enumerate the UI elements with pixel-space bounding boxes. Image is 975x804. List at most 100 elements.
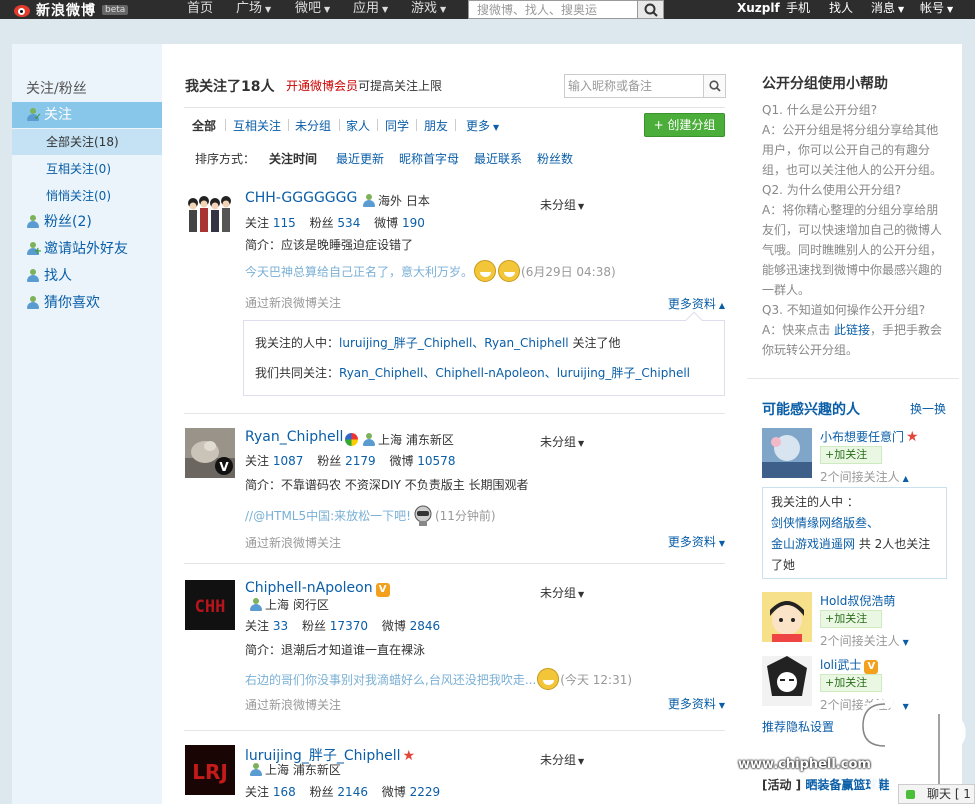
sidebar-item-follow[interactable]: ✓ 关注 xyxy=(12,102,162,128)
weibo-count[interactable]: 190 xyxy=(402,216,425,230)
search-button[interactable] xyxy=(637,0,664,19)
sidebar-item-invite[interactable]: + 邀请站外好友 xyxy=(12,236,162,262)
follow-count[interactable]: 33 xyxy=(273,619,288,633)
fans-count[interactable]: 2179 xyxy=(345,454,376,468)
nav-apps[interactable]: 应用 ▼ xyxy=(353,0,388,18)
user-name-text: Chiphell-nApoleon xyxy=(245,580,373,596)
follow-search-button[interactable] xyxy=(704,74,726,98)
add-follow-button[interactable]: +加关注 xyxy=(820,446,882,464)
top-link-find-people[interactable]: 找人 xyxy=(829,0,853,17)
more-info-toggle[interactable]: 更多资料 ▲ xyxy=(668,295,725,312)
tab-more[interactable]: 更多 ▼ xyxy=(466,117,499,134)
nav-square[interactable]: 广场 ▼ xyxy=(236,0,271,18)
main-content: 我关注了18人 开通微博会员可提高关注上限 输入昵称或备注 全部 互相关注 未分… xyxy=(162,44,737,804)
latest-post[interactable]: //@HTML5中国:来放松一下吧! (11分钟前) xyxy=(245,503,496,527)
verified-badge-icon: V xyxy=(375,583,390,597)
sort-recent-contact[interactable]: 最近联系 xyxy=(474,150,522,167)
fans-count[interactable]: 534 xyxy=(337,216,360,230)
group-dropdown[interactable]: 未分组 ▼ xyxy=(540,196,584,213)
sidebar-sub-mutual[interactable]: 互相关注(0) xyxy=(12,156,162,182)
global-search-input[interactable]: 搜微博、找人、搜奥运 xyxy=(468,0,638,19)
box-link[interactable]: 金山游戏逍遥网 xyxy=(771,537,855,551)
tab-all[interactable]: 全部 xyxy=(192,117,216,134)
fans-count[interactable]: 17370 xyxy=(330,619,368,633)
group-label: 未分组 xyxy=(540,435,577,449)
weibo-count[interactable]: 2229 xyxy=(410,785,441,799)
user-name[interactable]: CHH-GGGGGGG xyxy=(245,190,357,206)
avatar[interactable]: V xyxy=(185,428,235,478)
tab-friends[interactable]: 朋友 xyxy=(424,117,448,134)
add-follow-button[interactable]: +加关注 xyxy=(820,674,882,692)
sort-follow-time[interactable]: 关注时间 xyxy=(269,150,317,167)
tab-classmates[interactable]: 同学 xyxy=(385,117,409,134)
group-dropdown[interactable]: 未分组 ▼ xyxy=(540,751,584,768)
indirect-toggle[interactable]: 2个间接关注人 ▲ xyxy=(820,468,909,485)
nav-home[interactable]: 首页 xyxy=(187,0,213,17)
avatar[interactable] xyxy=(185,191,235,241)
recommended-name[interactable]: Hold叔倪浩萌 xyxy=(820,592,895,609)
current-user[interactable]: Xuzplf xyxy=(737,0,780,17)
group-label: 未分组 xyxy=(540,586,577,600)
more-info-toggle[interactable]: 更多资料 ▼ xyxy=(668,695,725,712)
detail-names[interactable]: luruijing_胖子_Chiphell、Ryan_Chiphell xyxy=(339,336,569,350)
group-dropdown[interactable]: 未分组 ▼ xyxy=(540,433,584,450)
top-link-account[interactable]: 帐号 ▼ xyxy=(920,0,953,18)
vip-link[interactable]: 开通微博会员 xyxy=(286,79,358,93)
weibo-count[interactable]: 2846 xyxy=(410,619,441,633)
indirect-label: 2个间接关注人 xyxy=(820,698,900,712)
user-name[interactable]: Chiphell-nApoleon V xyxy=(245,580,390,597)
detail-names[interactable]: Ryan_Chiphell、Chiphell-nApoleon、luruijin… xyxy=(339,366,690,380)
indirect-toggle[interactable]: 2个间接关注人 ▼ xyxy=(820,696,909,713)
recommended-name[interactable]: 小布想要任意门 ★ xyxy=(820,428,919,445)
user-location: 上海 浦东新区 xyxy=(362,431,454,448)
follow-count[interactable]: 168 xyxy=(273,785,296,799)
latest-post[interactable]: 右边的哥们你没事别对我滴蜡好么,台风还没把我吹走... (今天 12:31) xyxy=(245,667,632,691)
tab-mutual[interactable]: 互相关注 xyxy=(233,117,281,134)
indirect-toggle[interactable]: 2个间接关注人 ▼ xyxy=(820,632,909,649)
box-link[interactable]: 剑侠情缘网络版叁、 xyxy=(771,513,938,534)
sort-nickname[interactable]: 昵称首字母 xyxy=(399,150,459,167)
chat-button[interactable]: 聊天 [ 1 ] xyxy=(898,784,975,804)
more-info-toggle[interactable]: 更多资料 ▼ xyxy=(668,533,725,550)
sidebar-sub-secret[interactable]: 悄悄关注(0) xyxy=(12,183,162,209)
sidebar-item-find-people[interactable]: 找人 xyxy=(12,263,162,289)
avatar[interactable] xyxy=(762,592,812,642)
follow-count[interactable]: 115 xyxy=(273,216,296,230)
help-link[interactable]: 此链接 xyxy=(834,323,870,337)
help-question: Q3. 不知道如何操作公开分组? xyxy=(762,303,926,317)
help-question: Q2. 为什么使用公开分组? xyxy=(762,183,902,197)
post-text: 今天巴神总算给自己正名了，意大利万岁。 xyxy=(245,264,474,279)
nav-games[interactable]: 游戏 ▼ xyxy=(411,0,446,18)
avatar[interactable] xyxy=(762,428,812,478)
activity-tag: [活动 ] xyxy=(762,778,802,792)
recommendation-privacy-link[interactable]: 推荐隐私设置 xyxy=(762,718,834,735)
group-dropdown[interactable]: 未分组 ▼ xyxy=(540,584,584,601)
sort-fans[interactable]: 粉丝数 xyxy=(537,150,573,167)
sidebar-sub-all-follows[interactable]: 全部关注(18) xyxy=(12,129,162,155)
tab-ungrouped[interactable]: 未分组 xyxy=(295,117,331,134)
fans-count[interactable]: 2146 xyxy=(337,785,368,799)
user-name[interactable]: Ryan_Chiphell xyxy=(245,429,343,445)
tab-family[interactable]: 家人 xyxy=(346,117,370,134)
recommended-name[interactable]: loli武士 V xyxy=(820,656,879,674)
add-follow-button[interactable]: +加关注 xyxy=(820,610,882,628)
follow-count[interactable]: 1087 xyxy=(273,454,304,468)
latest-post[interactable]: 今天巴神总算给自己正名了，意大利万岁。 (6月29日 04:38) xyxy=(245,259,616,283)
nav-tieba[interactable]: 微吧 ▼ xyxy=(295,0,330,18)
weibo-count[interactable]: 10578 xyxy=(417,454,455,468)
create-group-button[interactable]: + 创建分组 xyxy=(644,113,725,137)
change-button[interactable]: 换一换 xyxy=(910,400,946,417)
follow-search-input[interactable]: 输入昵称或备注 xyxy=(564,74,704,98)
avatar[interactable] xyxy=(762,656,812,706)
top-link-messages[interactable]: 消息 ▼ xyxy=(871,0,904,18)
grin-emoji-icon xyxy=(474,260,497,282)
avatar[interactable]: CHH xyxy=(185,580,235,630)
sidebar-item-guess[interactable]: 猜你喜欢 xyxy=(12,290,162,316)
avatar[interactable]: LRJ xyxy=(185,745,235,795)
sort-recent-update[interactable]: 最近更新 xyxy=(336,150,384,167)
add-user-icon: + xyxy=(26,242,42,257)
top-link-mobile[interactable]: 手机 xyxy=(786,0,810,17)
sidebar-item-fans[interactable]: 粉丝(2) xyxy=(12,209,162,235)
chevron-down-icon: ▼ xyxy=(578,590,585,599)
weibo-logo[interactable]: 新浪微博 beta xyxy=(12,0,129,19)
